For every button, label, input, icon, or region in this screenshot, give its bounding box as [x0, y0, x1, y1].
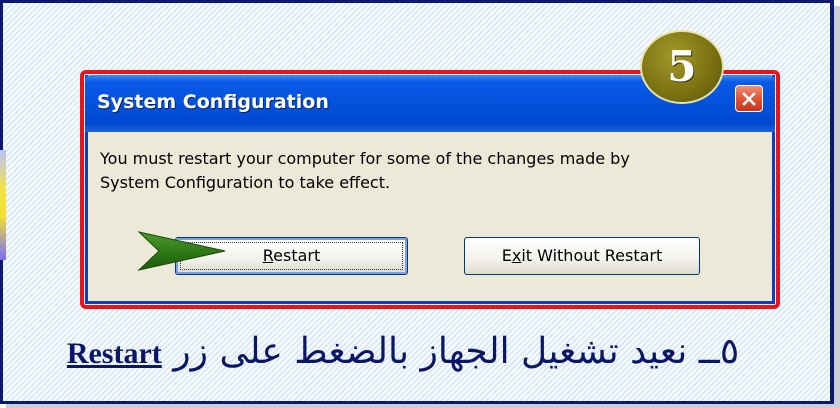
close-button[interactable] — [735, 85, 763, 112]
exit-label-start: E — [501, 246, 512, 265]
frame-shadow-right — [834, 6, 840, 408]
frame-shadow-bottom — [6, 404, 840, 408]
close-x-icon — [742, 92, 756, 106]
message-line-2: System Configuration to take effect. — [100, 173, 391, 192]
left-edge-strip — [0, 150, 6, 260]
dialog-title: System Configuration — [97, 91, 329, 113]
dialog-message: You must restart your computer for some … — [100, 147, 760, 195]
step-number-badge: 5 — [640, 30, 724, 104]
instruction-caption: ٥ــ نعيد تشغيل الجهاز بالضغط على زر Rest… — [48, 322, 758, 384]
exit-mnemonic: x — [511, 246, 522, 265]
exit-without-restart-button[interactable]: Exit Without Restart — [464, 237, 700, 275]
exit-label-rest: it Without Restart — [521, 246, 663, 265]
caption-button-name: Restart — [66, 337, 162, 370]
caption-text: ٥ــ نعيد تشغيل الجهاز بالضغط على زر — [173, 331, 740, 372]
green-arrow-pointer-icon — [137, 231, 226, 271]
message-line-1: You must restart your computer for some … — [100, 149, 630, 168]
tutorial-image: System Configuration You must restart yo… — [0, 0, 840, 408]
